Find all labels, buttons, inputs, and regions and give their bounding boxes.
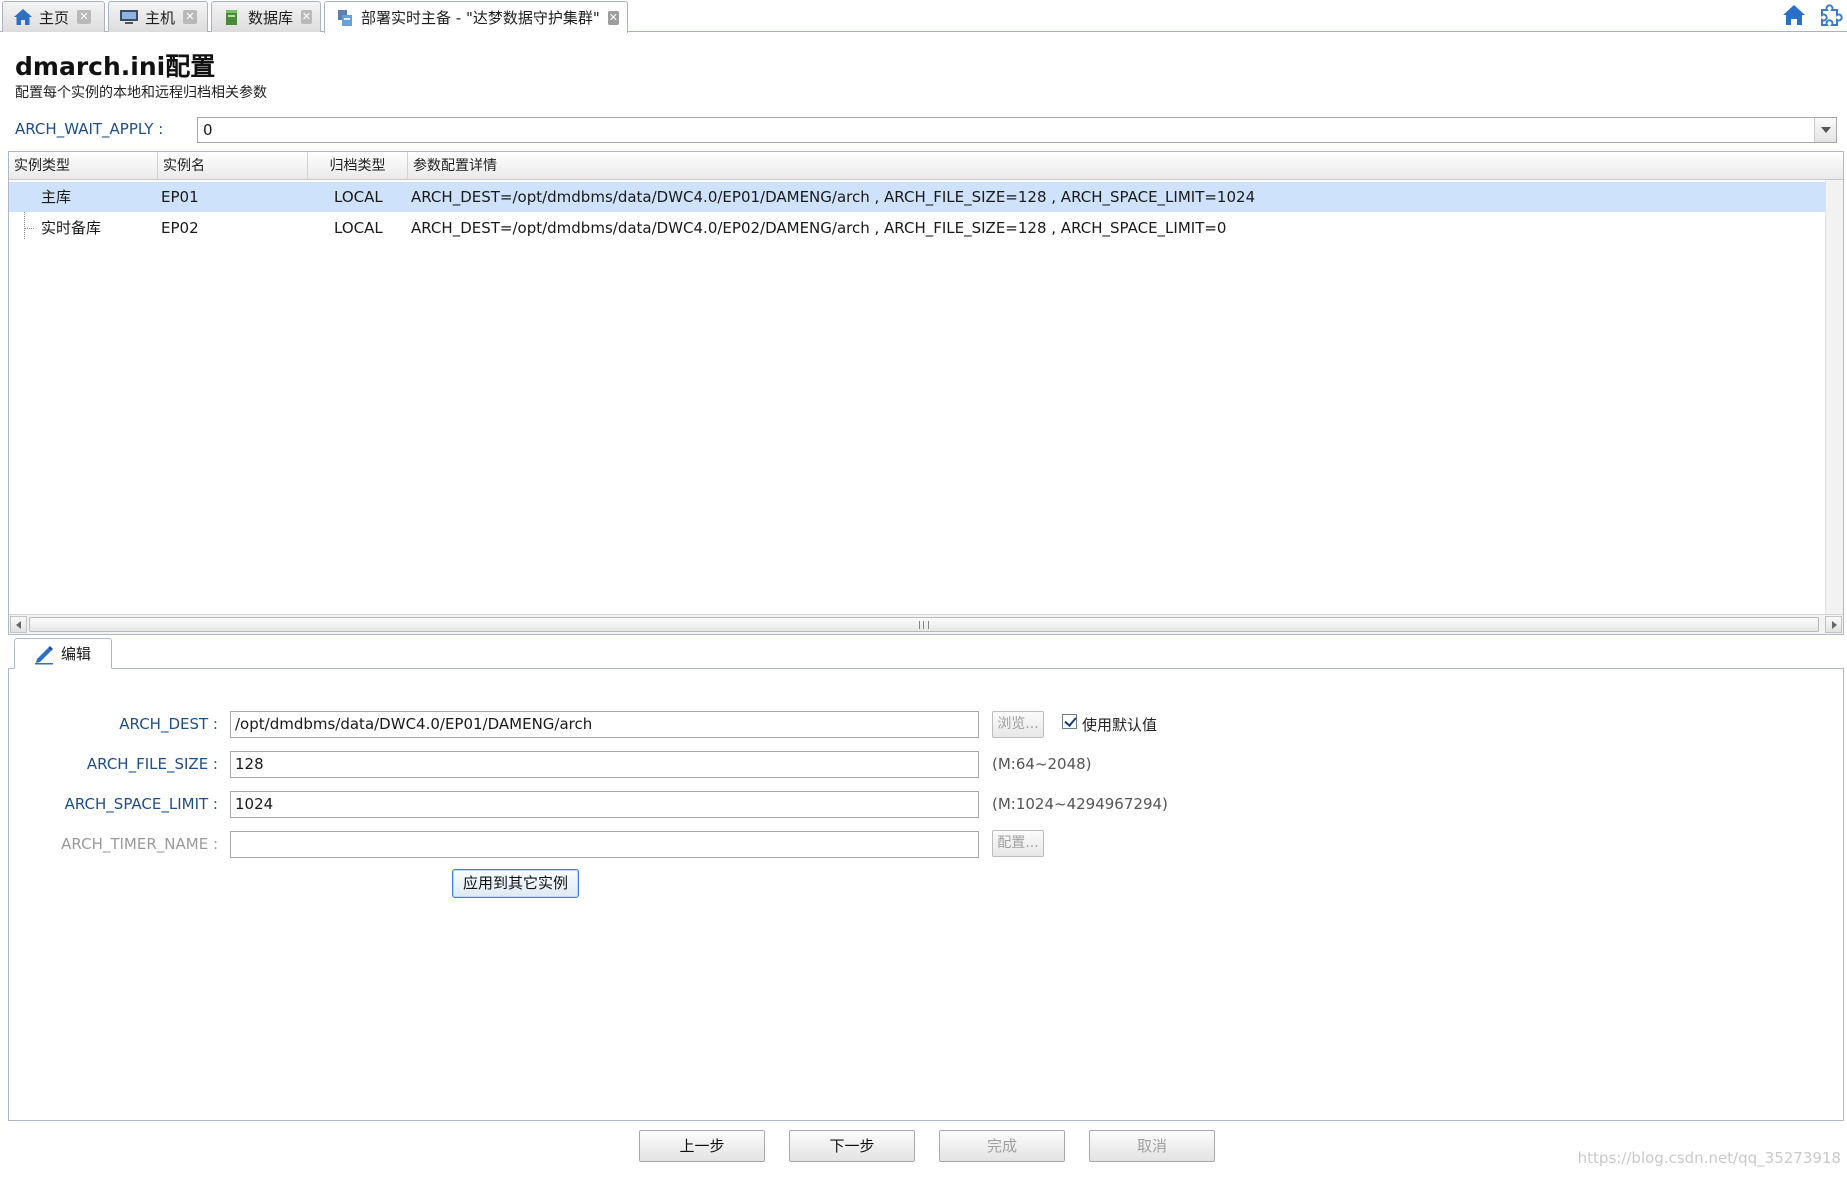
next-button[interactable]: 下一步	[789, 1130, 915, 1162]
apply-to-other-instances-button[interactable]: 应用到其它实例	[452, 869, 579, 898]
tab-label: 主页	[39, 8, 70, 27]
scrollbar-thumb[interactable]	[29, 617, 1819, 632]
column-header-type[interactable]: 实例类型	[9, 152, 158, 180]
column-header-name[interactable]: 实例名	[158, 152, 308, 180]
chevron-down-icon[interactable]	[1814, 118, 1836, 142]
arch-file-size-hint: (M:64~2048)	[992, 755, 1092, 773]
grid-header: 实例类型 实例名 归档类型 参数配置详情	[9, 152, 1843, 180]
arch-space-limit-input[interactable]: 1024	[230, 791, 979, 818]
cell-detail: ARCH_DEST=/opt/dmdbms/data/DWC4.0/EP01/D…	[411, 188, 1256, 206]
scroll-right-icon[interactable]	[1825, 616, 1842, 633]
cell-type: 主库	[41, 188, 72, 206]
arch-dest-label: ARCH_DEST :	[119, 715, 218, 733]
tab-strip: 主页 ✕ 主机 ✕ 数据库 ✕ 部署实时主备 - "达梦数据守护集群" ✕	[0, 0, 1847, 33]
instance-grid: 实例类型 实例名 归档类型 参数配置详情 主库 EP01 LOCAL ARCH_…	[8, 151, 1844, 635]
tab-edit[interactable]: 编辑	[14, 638, 112, 669]
tab-home[interactable]: 主页 ✕	[2, 1, 105, 32]
use-default-checkbox[interactable]	[1062, 714, 1077, 729]
arch-space-limit-label: ARCH_SPACE_LIMIT :	[64, 795, 218, 813]
cell-name: EP02	[161, 219, 199, 237]
deploy-icon	[335, 9, 355, 27]
cancel-button[interactable]: 取消	[1089, 1130, 1215, 1162]
page-title: dmarch.ini配置	[15, 52, 216, 81]
home-icon[interactable]	[1781, 2, 1807, 28]
cell-arch-type: LOCAL	[334, 188, 383, 206]
close-icon[interactable]: ✕	[607, 10, 619, 25]
tab-database[interactable]: 数据库 ✕	[211, 1, 321, 32]
settings-puzzle-icon[interactable]	[1817, 2, 1843, 28]
cell-type: 实时备库	[41, 219, 102, 237]
scroll-left-icon[interactable]	[10, 616, 27, 633]
arch-wait-apply-label: ARCH_WAIT_APPLY :	[15, 120, 164, 138]
use-default-label: 使用默认值	[1082, 716, 1158, 734]
grip-icon	[919, 621, 929, 629]
page-subtitle: 配置每个实例的本地和远程归档相关参数	[15, 85, 267, 101]
arch-dest-input[interactable]: /opt/dmdbms/data/DWC4.0/EP01/DAMENG/arch	[230, 711, 979, 738]
tab-deploy[interactable]: 部署实时主备 - "达梦数据守护集群" ✕	[324, 1, 628, 33]
tab-edit-label: 编辑	[61, 645, 92, 663]
cell-name: EP01	[161, 188, 199, 206]
close-icon[interactable]: ✕	[77, 10, 92, 24]
watermark: https://blog.csdn.net/qq_35273918	[1577, 1149, 1841, 1167]
horizontal-scrollbar[interactable]	[9, 614, 1843, 634]
column-header-arch-type[interactable]: 归档类型	[308, 152, 408, 180]
column-header-detail[interactable]: 参数配置详情	[408, 152, 1827, 180]
arch-file-size-label: ARCH_FILE_SIZE :	[86, 755, 218, 773]
cell-detail: ARCH_DEST=/opt/dmdbms/data/DWC4.0/EP02/D…	[411, 219, 1227, 237]
tab-label: 数据库	[248, 8, 294, 27]
vertical-scrollbar[interactable]	[1825, 180, 1843, 615]
tab-label: 部署实时主备 - "达梦数据守护集群"	[361, 9, 600, 27]
finish-button[interactable]: 完成	[939, 1130, 1065, 1162]
arch-timer-name-label: ARCH_TIMER_NAME :	[61, 835, 218, 853]
host-icon	[119, 8, 139, 26]
browse-button[interactable]: 浏览...	[992, 711, 1044, 738]
arch-space-limit-hint: (M:1024~4294967294)	[992, 795, 1168, 813]
pencil-icon	[33, 643, 55, 665]
tab-host[interactable]: 主机 ✕	[108, 1, 208, 32]
close-icon[interactable]: ✕	[301, 10, 312, 24]
database-icon	[222, 8, 242, 26]
prev-button[interactable]: 上一步	[639, 1130, 765, 1162]
arch-timer-name-input[interactable]	[230, 831, 979, 858]
tab-label: 主机	[145, 8, 176, 27]
table-row[interactable]: 主库 EP01 LOCAL ARCH_DEST=/opt/dmdbms/data…	[9, 182, 1827, 212]
arch-wait-apply-select[interactable]: 0	[197, 117, 1837, 143]
cell-arch-type: LOCAL	[334, 219, 383, 237]
table-row[interactable]: 实时备库 EP02 LOCAL ARCH_DEST=/opt/dmdbms/da…	[9, 213, 1827, 243]
arch-wait-apply-value: 0	[203, 121, 213, 139]
config-button[interactable]: 配置...	[992, 830, 1044, 857]
close-icon[interactable]: ✕	[183, 10, 198, 24]
toolbar-icons	[1781, 2, 1843, 28]
arch-file-size-input[interactable]: 128	[230, 751, 979, 778]
home-icon	[13, 8, 33, 26]
